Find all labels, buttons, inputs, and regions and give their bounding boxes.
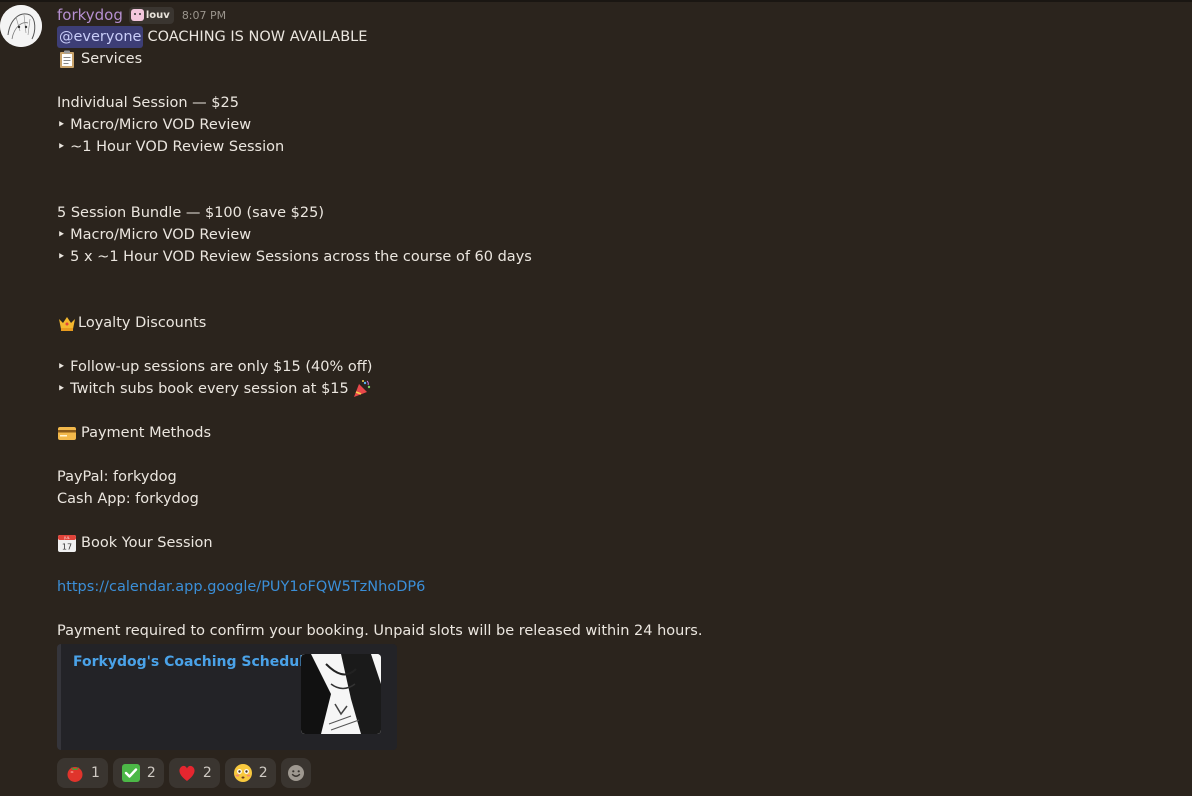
reaction-count: 1 bbox=[91, 765, 100, 781]
check-mark-icon bbox=[121, 764, 140, 782]
svg-text:JUL: JUL bbox=[63, 536, 70, 540]
link-embed: Forkydog's Coaching Schedule bbox=[57, 644, 397, 750]
reaction-count: 2 bbox=[258, 765, 268, 781]
server-tag[interactable]: louv bbox=[128, 6, 174, 24]
headline-text: COACHING IS NOW AVAILABLE bbox=[147, 29, 368, 45]
add-reaction-button[interactable] bbox=[280, 758, 311, 788]
calendar-link-line: https://calendar.app.google/PUY1oFQW5TzN… bbox=[57, 576, 1167, 598]
loyalty-item-twitch: ‣ Twitch subs book every session at $15 bbox=[57, 378, 1167, 400]
services-title: Services bbox=[81, 51, 143, 67]
red-heart-icon bbox=[179, 765, 195, 781]
crown-icon bbox=[59, 317, 75, 331]
individual-item: ‣ ~1 Hour VOD Review Session bbox=[57, 139, 285, 155]
bundle-item: ‣ Macro/Micro VOD Review bbox=[57, 227, 252, 243]
server-tag-label: louv bbox=[145, 9, 170, 21]
reaction-count: 2 bbox=[146, 765, 156, 781]
individual-title: Individual Session — $25 bbox=[57, 95, 239, 111]
reaction-check[interactable]: 2 bbox=[112, 758, 164, 788]
payment-title: Payment Methods bbox=[81, 425, 212, 441]
book-line: JUL 17 Book Your Session bbox=[57, 532, 1167, 554]
individual-item: ‣ Macro/Micro VOD Review bbox=[57, 117, 252, 133]
party-popper-icon bbox=[353, 380, 370, 397]
reaction-flushed[interactable]: 2 bbox=[224, 758, 276, 788]
headline-line: @everyone COACHING IS NOW AVAILABLE bbox=[57, 26, 1167, 48]
loyalty-item: ‣ Follow-up sessions are only $15 (40% o… bbox=[57, 359, 373, 375]
services-line: Services bbox=[57, 48, 1167, 70]
svg-text:17: 17 bbox=[62, 543, 72, 552]
add-emoji-icon bbox=[287, 765, 304, 781]
cat-icon bbox=[130, 9, 144, 21]
clipboard-icon bbox=[60, 50, 74, 68]
top-divider bbox=[0, 0, 1192, 2]
bundle-item: ‣ 5 x ~1 Hour VOD Review Sessions across… bbox=[57, 249, 532, 265]
payment-line: Payment Methods bbox=[57, 422, 1167, 444]
loyalty-title: Loyalty Discounts bbox=[78, 315, 207, 331]
calendar-icon: JUL 17 bbox=[58, 535, 76, 552]
timestamp: 8:07 PM bbox=[181, 8, 227, 22]
reaction-tomato[interactable]: 1 bbox=[57, 758, 108, 788]
user-avatar[interactable] bbox=[0, 5, 42, 47]
everyone-mention[interactable]: @everyone bbox=[57, 26, 144, 48]
username[interactable]: forkydog bbox=[57, 6, 123, 24]
book-title: Book Your Session bbox=[81, 535, 213, 551]
paypal-line: PayPal: forkydog bbox=[57, 469, 177, 485]
loyalty-line: Loyalty Discounts bbox=[57, 312, 1167, 334]
embed-title[interactable]: Forkydog's Coaching Schedule bbox=[73, 654, 314, 670]
reaction-heart[interactable]: 2 bbox=[168, 758, 220, 788]
payment-note: Payment required to confirm your booking… bbox=[57, 623, 703, 639]
loyalty-item: ‣ Twitch subs book every session at $15 bbox=[57, 381, 349, 397]
message-header: forkydog louv 8:07 PM bbox=[57, 5, 226, 25]
credit-card-icon bbox=[58, 427, 76, 440]
tomato-icon bbox=[67, 767, 83, 782]
calendar-link[interactable]: https://calendar.app.google/PUY1oFQW5TzN… bbox=[57, 576, 425, 598]
bundle-title: 5 Session Bundle — $100 (save $25) bbox=[57, 205, 325, 221]
message-content: @everyone COACHING IS NOW AVAILABLE Serv… bbox=[57, 26, 1167, 642]
reaction-count: 2 bbox=[202, 765, 212, 781]
embed-thumbnail[interactable] bbox=[301, 654, 381, 734]
flushed-face-icon bbox=[233, 764, 252, 782]
reactions-bar: 1 2 2 2 bbox=[57, 758, 311, 788]
cashapp-line: Cash App: forkydog bbox=[57, 491, 199, 507]
